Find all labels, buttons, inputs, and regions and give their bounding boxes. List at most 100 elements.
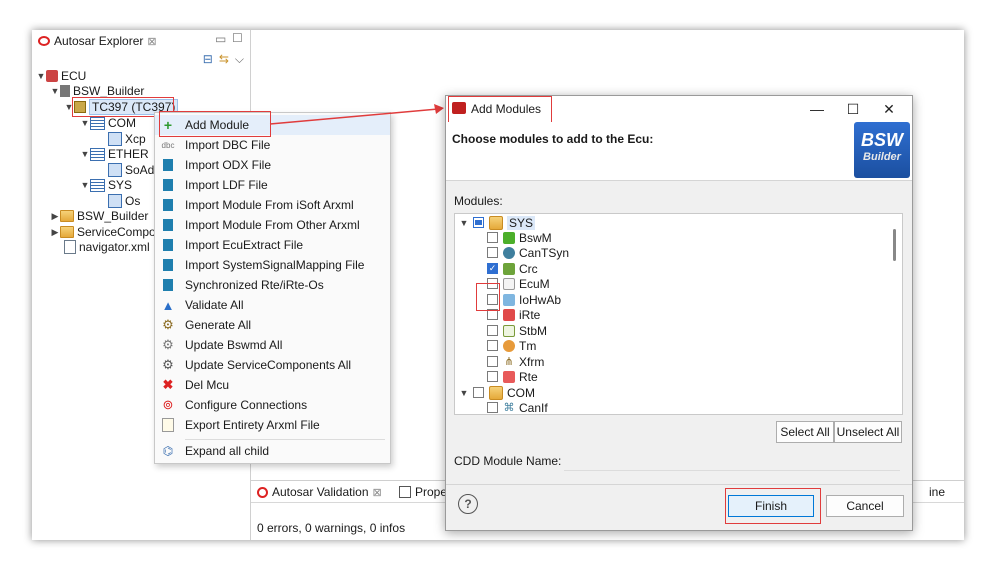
menu-item-configure-connections[interactable]: ⊚ Configure Connections xyxy=(155,395,390,415)
chevron-down-icon[interactable]: ▼ xyxy=(459,388,469,398)
logo-text: BSW xyxy=(861,130,903,150)
tree-node-xcp[interactable]: Xcp xyxy=(108,131,146,147)
menu-separator xyxy=(185,439,385,440)
chevron-down-icon[interactable]: ▼ xyxy=(80,149,90,159)
tree-node-service-components[interactable]: ▶ ServiceCompo xyxy=(50,224,156,240)
module-group-sys[interactable]: ▼ SYS xyxy=(459,215,536,230)
menu-item-del-mcu[interactable]: ✖ Del Mcu xyxy=(155,375,390,395)
close-icon[interactable]: ⊠ xyxy=(373,486,382,499)
chevron-down-icon[interactable]: ▼ xyxy=(80,180,90,190)
cdd-module-input[interactable] xyxy=(564,450,900,471)
close-icon[interactable]: ⊠ xyxy=(147,35,156,48)
view-menu-icon[interactable]: ⌵ xyxy=(235,52,244,67)
minimize-icon[interactable]: ▭ xyxy=(215,32,226,46)
tree-node-bsw-builder-folder[interactable]: ▶ BSW_Builder xyxy=(50,208,149,224)
checkbox[interactable] xyxy=(473,217,484,228)
module-icon xyxy=(503,246,515,259)
menu-item-update-bswmd[interactable]: ⚙ Update Bswmd All xyxy=(155,335,390,355)
menu-item-import-ldf[interactable]: Import LDF File xyxy=(155,175,390,195)
file-icon xyxy=(64,240,76,254)
menu-item-import-odx[interactable]: Import ODX File xyxy=(155,155,390,175)
chevron-down-icon[interactable]: ▼ xyxy=(80,118,90,128)
module-item-crc[interactable]: ✓ Crc xyxy=(487,261,538,276)
menu-item-label: Configure Connections xyxy=(185,398,308,412)
scrollbar[interactable] xyxy=(893,229,896,261)
tab-autosar-validation[interactable]: Autosar Validation ⊠ xyxy=(257,483,382,501)
checkbox[interactable] xyxy=(487,340,498,351)
menu-item-update-service-components[interactable]: ⚙ Update ServiceComponents All xyxy=(155,355,390,375)
module-label: BswM xyxy=(519,230,552,245)
checkbox[interactable] xyxy=(487,232,498,243)
module-item-rte[interactable]: Rte xyxy=(487,369,538,384)
module-item-xfrm[interactable]: ⋔ Xfrm xyxy=(487,354,544,369)
update-icon: ⚙ xyxy=(162,357,174,372)
link-editor-icon[interactable]: ⇆ xyxy=(219,52,229,67)
chevron-down-icon[interactable]: ▼ xyxy=(459,218,469,228)
menu-item-expand-all-child[interactable]: ⌬ Expand all child xyxy=(155,441,390,461)
module-item-canif[interactable]: ⌘ CanIf xyxy=(487,400,548,415)
tree-node-ecu[interactable]: ▼ ECU xyxy=(36,68,87,84)
module-item-tm[interactable]: Tm xyxy=(487,338,536,353)
tree-node-ether[interactable]: ▼ ETHER xyxy=(80,146,149,162)
module-item-bswm[interactable]: BswM xyxy=(487,230,552,245)
module-group-com[interactable]: ▼ COM xyxy=(459,385,535,400)
maximize-icon[interactable]: ☐ xyxy=(232,31,243,45)
menu-item-import-other-arxml[interactable]: Import Module From Other Arxml xyxy=(155,215,390,235)
menu-item-import-ecuextract[interactable]: Import EcuExtract File xyxy=(155,235,390,255)
maximize-button[interactable]: ☐ xyxy=(838,99,868,119)
close-button[interactable]: ✕ xyxy=(874,99,904,119)
minimize-button[interactable]: — xyxy=(802,99,832,119)
menu-item-import-isoft-arxml[interactable]: Import Module From iSoft Arxml xyxy=(155,195,390,215)
menu-item-label: Import SystemSignalMapping File xyxy=(185,258,365,272)
tree-label: ETHER xyxy=(108,147,149,161)
menu-item-import-dbc[interactable]: dbc Import DBC File xyxy=(155,135,390,155)
chevron-right-icon[interactable]: ▶ xyxy=(50,211,60,222)
tab-properties[interactable]: Prope xyxy=(399,483,447,501)
cancel-button[interactable]: Cancel xyxy=(826,495,904,517)
chevron-down-icon[interactable]: ▼ xyxy=(50,86,60,96)
tree-node-os[interactable]: Os xyxy=(108,193,140,209)
module-icon xyxy=(503,293,515,306)
tab-outline[interactable]: ine xyxy=(929,483,945,501)
menu-item-validate-all[interactable]: ▲ Validate All xyxy=(155,295,390,315)
collapse-all-icon[interactable]: ⊟ xyxy=(203,52,213,67)
select-all-button[interactable]: Select All xyxy=(776,421,834,443)
tree-node-navigator[interactable]: navigator.xml xyxy=(64,239,150,255)
checkbox[interactable] xyxy=(473,387,484,398)
checkbox[interactable] xyxy=(487,371,498,382)
delete-icon: ✖ xyxy=(162,377,174,392)
tree-node-soad[interactable]: SoAd xyxy=(108,162,154,178)
connection-icon: ⊚ xyxy=(162,397,174,412)
module-label: CanTSyn xyxy=(519,245,570,260)
warning-icon: ▲ xyxy=(161,297,175,313)
module-item-stbm[interactable]: StbM xyxy=(487,323,547,338)
module-item-cantsyn[interactable]: CanTSyn xyxy=(487,245,569,260)
checkbox[interactable] xyxy=(487,325,498,336)
checkbox[interactable] xyxy=(487,356,498,367)
tree-node-com[interactable]: ▼ COM xyxy=(80,115,136,131)
tree-label: BSW_Builder xyxy=(77,209,149,223)
menu-item-generate-all[interactable]: ⚙ Generate All xyxy=(155,315,390,335)
menu-item-label: Import Module From Other Arxml xyxy=(185,218,360,232)
file-icon xyxy=(161,158,175,172)
menu-item-import-signal-mapping[interactable]: Import SystemSignalMapping File xyxy=(155,255,390,275)
module-label: Crc xyxy=(519,261,538,276)
unselect-all-button[interactable]: Unselect All xyxy=(834,421,902,443)
checkbox[interactable] xyxy=(487,402,498,413)
menu-item-export-arxml[interactable]: Export Entirety Arxml File xyxy=(155,415,390,435)
tree-node-sys[interactable]: ▼ SYS xyxy=(80,177,132,193)
module-label: CanIf xyxy=(519,400,548,415)
tab-autosar-explorer[interactable]: Autosar Explorer ⊠ xyxy=(34,32,161,50)
checkbox[interactable] xyxy=(487,247,498,258)
modules-tree[interactable]: ▼ SYS BswM CanTSyn ✓ Crc EcuM IoHwAb iRt… xyxy=(454,213,903,415)
help-button[interactable]: ? xyxy=(458,494,478,514)
menu-item-synchronized-rte[interactable]: Synchronized Rte/iRte-Os xyxy=(155,275,390,295)
chevron-down-icon[interactable]: ▼ xyxy=(36,71,46,81)
module-icon xyxy=(503,339,515,352)
file-icon xyxy=(161,218,175,232)
menu-item-label: Del Mcu xyxy=(185,378,230,392)
file-icon xyxy=(161,198,175,212)
expand-icon: ⌬ xyxy=(162,444,174,458)
checkbox[interactable]: ✓ xyxy=(487,263,498,274)
chevron-right-icon[interactable]: ▶ xyxy=(50,227,60,238)
